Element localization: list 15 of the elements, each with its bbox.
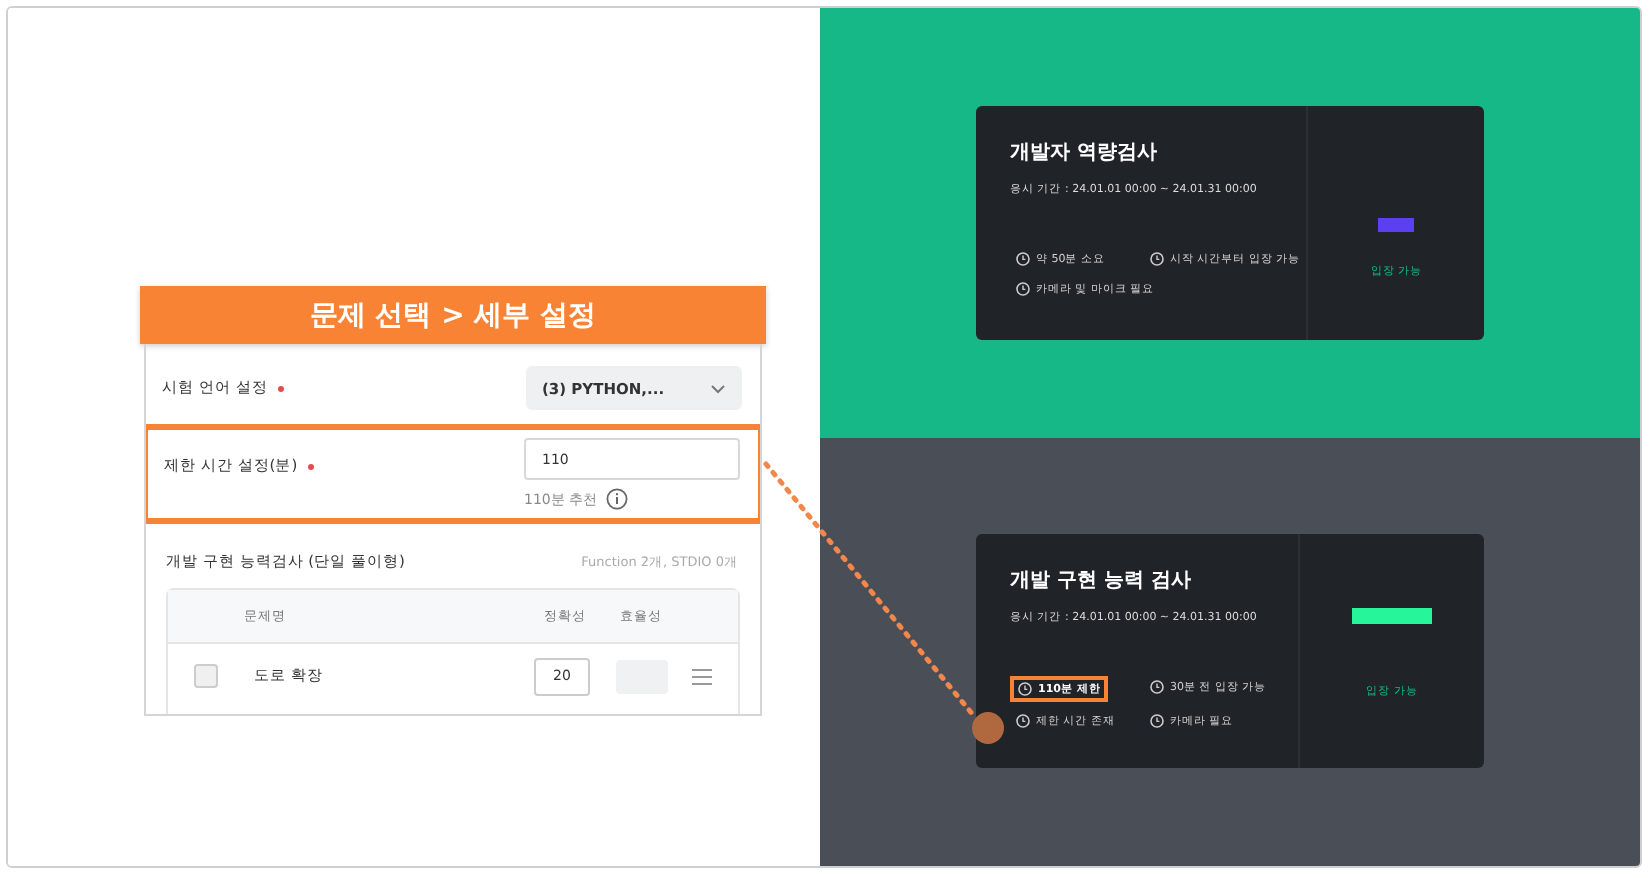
enter-button[interactable] (1352, 608, 1432, 625)
card-title: 개발 구현 능력 검사 (1010, 568, 1193, 595)
clock-icon (1016, 714, 1030, 729)
clock-icon (1150, 251, 1164, 266)
clock-icon (1150, 714, 1164, 729)
info-icon (605, 488, 628, 510)
clock-icon (1016, 281, 1030, 296)
card-title: 개발자 역량검사 (1010, 139, 1159, 166)
clock-icon (1150, 680, 1164, 695)
connector-dot (972, 712, 1004, 744)
drag-handle-icon[interactable] (692, 667, 712, 685)
clock-icon (1018, 682, 1032, 697)
chevron-down-icon (710, 383, 726, 393)
banner-title: 문제 선택 > 세부 설정 (140, 286, 766, 344)
clock-icon (1016, 251, 1030, 266)
